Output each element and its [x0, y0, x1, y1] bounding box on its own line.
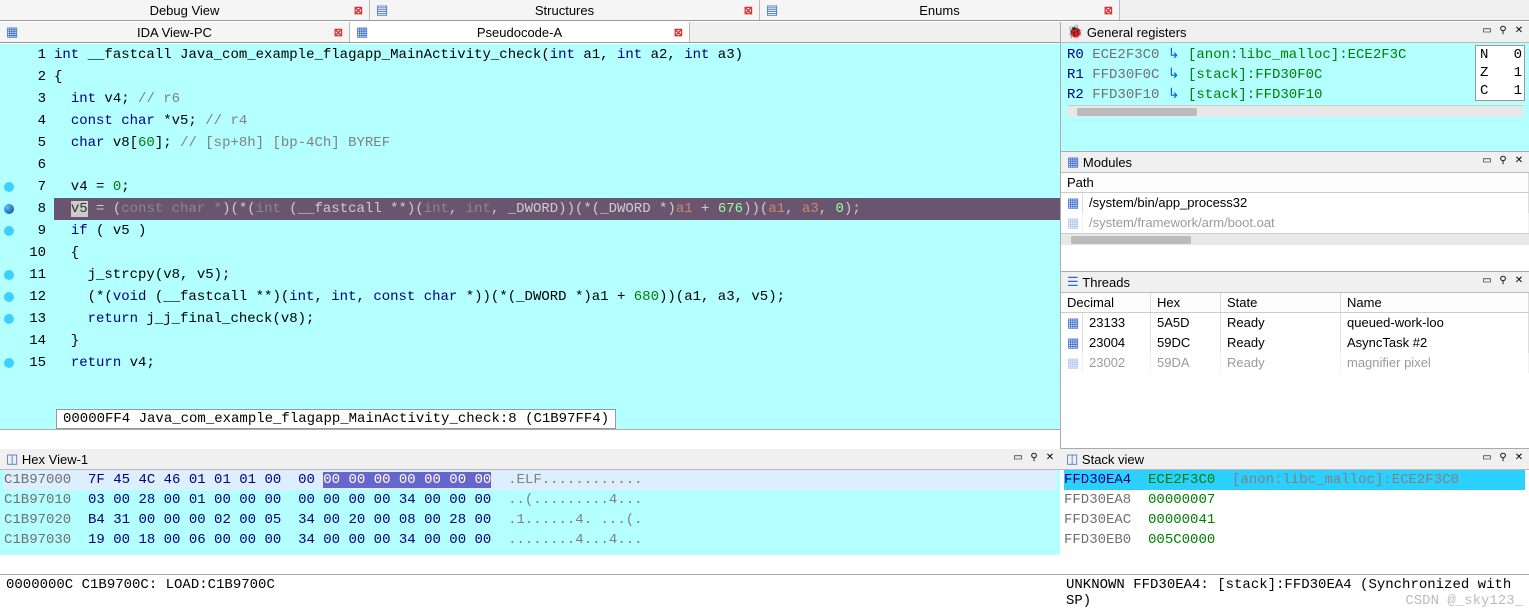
source-area[interactable]: int __fastcall Java_com_example_flagapp_… — [54, 44, 1060, 374]
scrollbar[interactable] — [1061, 233, 1529, 245]
col-name[interactable]: Name — [1341, 293, 1529, 312]
threads-title[interactable]: ☰ Threads ▭⚲✕ — [1061, 272, 1529, 293]
code-status: 00000FF4 Java_com_example_flagapp_MainAc… — [56, 409, 616, 429]
close-icon[interactable]: ⊠ — [744, 4, 753, 17]
code-tabbar: ▦ IDA View-PC ⊠ ▦ Pseudocode-A ⊠ — [0, 22, 1060, 43]
module-icon: ▦ — [1067, 195, 1079, 210]
close-icon[interactable]: ✕ — [1513, 451, 1525, 463]
thread-icon: ☰ — [1067, 274, 1079, 290]
table-row[interactable]: ▦231335A5DReadyqueued-work-loo — [1061, 313, 1529, 333]
breakpoint-icon[interactable] — [4, 182, 14, 192]
close-icon[interactable]: ✕ — [1513, 24, 1525, 36]
table-row[interactable]: ▦/system/bin/app_process32 — [1061, 193, 1529, 213]
tab-label: Pseudocode-A — [477, 25, 562, 40]
doc-icon: ▦ — [6, 24, 18, 40]
close-icon[interactable]: ✕ — [1513, 274, 1525, 286]
table-row[interactable]: ▦2300459DCReadyAsyncTask #2 — [1061, 333, 1529, 353]
close-icon[interactable]: ✕ — [1513, 154, 1525, 166]
tab-label: IDA View-PC — [137, 25, 212, 40]
pin-icon[interactable]: ⚲ — [1497, 154, 1509, 166]
stack-title[interactable]: ◫ Stack view ▭⚲✕ — [1060, 449, 1529, 470]
breakpoint-icon[interactable] — [4, 292, 14, 302]
close-icon[interactable]: ⊠ — [354, 4, 363, 17]
close-icon[interactable]: ⊠ — [674, 26, 683, 39]
stack-icon: ◫ — [1066, 451, 1078, 467]
list-icon: ▤ — [766, 2, 778, 18]
hex-icon: ◫ — [6, 451, 18, 467]
breakpoint-icon[interactable] — [4, 314, 14, 324]
pin-icon[interactable]: ⚲ — [1497, 451, 1509, 463]
hex-status: 0000000C C1B9700C: LOAD:C1B9700C — [0, 574, 1060, 594]
module-icon: ▦ — [1067, 154, 1079, 170]
list-icon: ▤ — [376, 2, 388, 18]
tab-debug-view[interactable]: Debug View ⊠ — [0, 0, 370, 20]
hex-body[interactable]: C1B97000 7F 45 4C 46 01 01 01 00 00 00 0… — [0, 470, 1060, 555]
thread-icon: ▦ — [1067, 355, 1079, 370]
flags: N 0 Z 1 C 1 — [1475, 45, 1525, 101]
restore-icon[interactable]: ▭ — [1481, 154, 1493, 166]
tab-enums[interactable]: ▤ Enums ⊠ — [760, 0, 1120, 20]
pin-icon[interactable]: ⚲ — [1497, 274, 1509, 286]
pseudocode-view[interactable]: 123456 7 8 9 10 11 12 13 14 15 int __fas… — [0, 44, 1060, 429]
tab-pseudocode[interactable]: ▦ Pseudocode-A ⊠ — [350, 22, 690, 42]
restore-icon[interactable]: ▭ — [1481, 274, 1493, 286]
modules-body[interactable]: Path ▦/system/bin/app_process32 ▦/system… — [1061, 173, 1529, 245]
breakpoint-icon[interactable] — [4, 358, 14, 368]
restore-icon[interactable]: ▭ — [1481, 24, 1493, 36]
thread-icon: ▦ — [1067, 335, 1079, 350]
stack-body[interactable]: FFD30EA4 ECE2F3C0 [anon:libc_malloc]:ECE… — [1060, 470, 1529, 555]
gutter: 123456 7 8 9 10 11 12 13 14 15 — [0, 44, 54, 374]
stack-status: UNKNOWN FFD30EA4: [stack]:FFD30EA4 (Sync… — [1060, 574, 1529, 594]
pin-icon[interactable]: ⚲ — [1497, 24, 1509, 36]
restore-icon[interactable]: ▭ — [1012, 451, 1024, 463]
breakpoint-icon[interactable] — [4, 226, 14, 236]
hex-title[interactable]: ◫ Hex View-1 ▭⚲✕ — [0, 449, 1060, 470]
col-path[interactable]: Path — [1061, 173, 1529, 192]
tab-ida-view[interactable]: ▦ IDA View-PC ⊠ — [0, 22, 350, 42]
breakpoint-icon[interactable] — [4, 270, 14, 280]
col-hex[interactable]: Hex — [1151, 293, 1221, 312]
col-state[interactable]: State — [1221, 293, 1341, 312]
thread-icon: ▦ — [1067, 315, 1079, 330]
col-decimal[interactable]: Decimal — [1061, 293, 1151, 312]
close-icon[interactable]: ⊠ — [334, 26, 343, 39]
top-tabbar: Debug View ⊠ ▤ Structures ⊠ ▤ Enums ⊠ — [0, 0, 1529, 21]
modules-title[interactable]: ▦ Modules ▭⚲✕ — [1061, 152, 1529, 173]
close-icon[interactable]: ⊠ — [1104, 4, 1113, 17]
pin-icon[interactable]: ⚲ — [1028, 451, 1040, 463]
tab-label: Enums — [919, 3, 959, 18]
tab-structures[interactable]: ▤ Structures ⊠ — [370, 0, 760, 20]
table-row[interactable]: ▦2300259DAReadymagnifier pixel — [1061, 353, 1529, 373]
module-icon: ▦ — [1067, 215, 1079, 230]
close-icon[interactable]: ✕ — [1044, 451, 1056, 463]
current-line-icon[interactable] — [4, 204, 14, 214]
threads-body[interactable]: Decimal Hex State Name ▦231335A5DReadyqu… — [1061, 293, 1529, 373]
spacer — [0, 429, 1060, 449]
doc-icon: ▦ — [356, 24, 368, 40]
bug-icon: 🐞 — [1067, 24, 1083, 40]
registers-title[interactable]: 🐞 General registers ▭⚲✕ — [1061, 22, 1529, 43]
restore-icon[interactable]: ▭ — [1481, 451, 1493, 463]
scrollbar[interactable] — [1067, 105, 1523, 117]
tab-label: Debug View — [150, 3, 220, 18]
tab-label: Structures — [535, 3, 594, 18]
table-row[interactable]: ▦/system/framework/arm/boot.oat — [1061, 213, 1529, 233]
registers-body[interactable]: R0 ECE2F3C0 ↳ [anon:libc_malloc]:ECE2F3C… — [1061, 43, 1529, 151]
